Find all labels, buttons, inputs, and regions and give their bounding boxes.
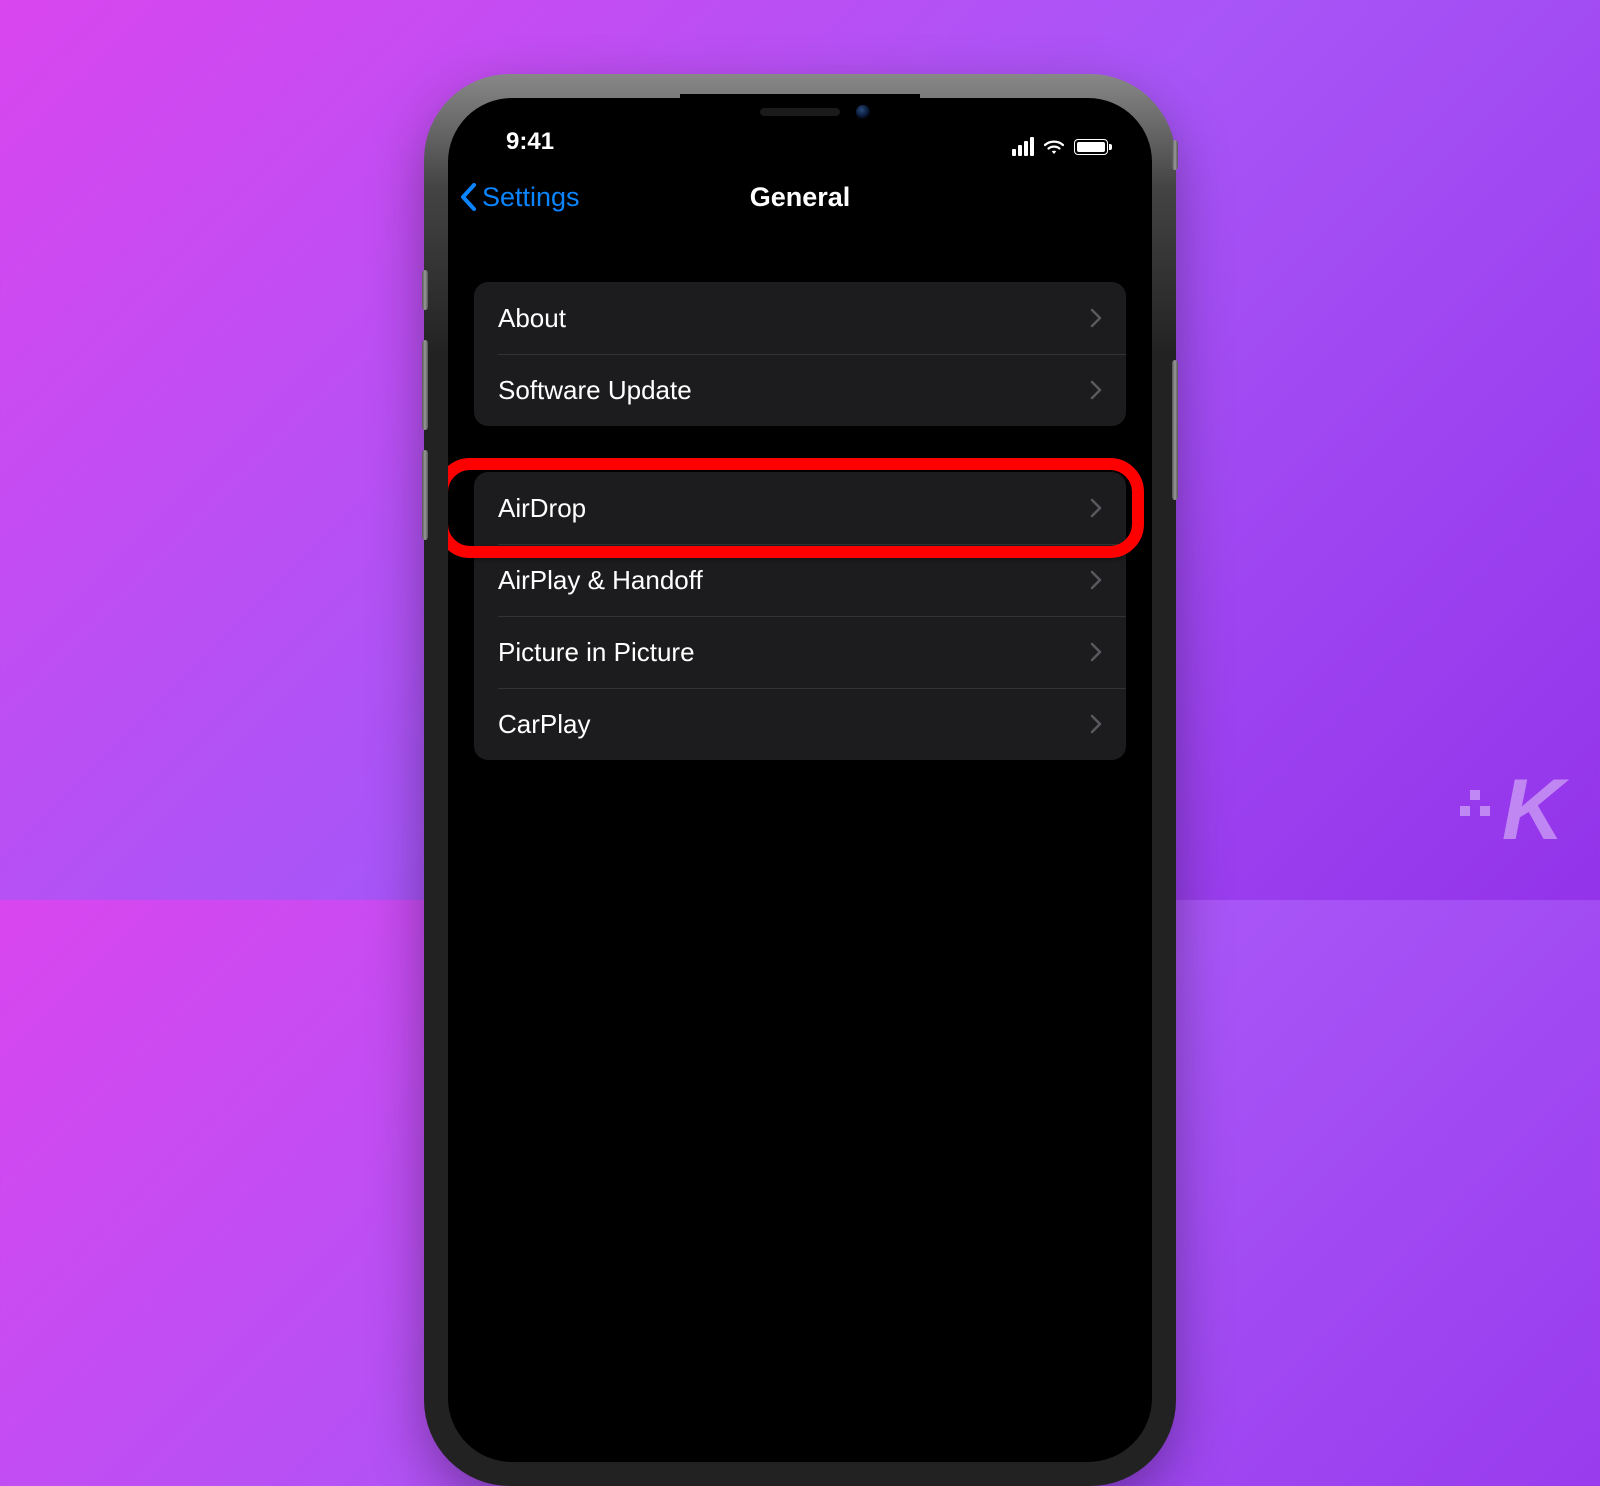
back-label: Settings (482, 182, 580, 213)
row-label: CarPlay (498, 709, 590, 740)
phone-screen: 9:41 Settings (448, 98, 1152, 1462)
wifi-icon (1042, 138, 1066, 156)
row-label: AirPlay & Handoff (498, 565, 703, 596)
phone-antenna-band (1172, 140, 1178, 170)
settings-group: About Software Update (474, 282, 1126, 426)
page-title: General (750, 182, 851, 213)
cellular-signal-icon (1012, 137, 1034, 156)
row-about[interactable]: About (474, 282, 1126, 354)
row-picture-in-picture[interactable]: Picture in Picture (474, 616, 1126, 688)
chevron-right-icon (1090, 380, 1102, 400)
watermark-logo: K (1460, 761, 1560, 860)
status-time: 9:41 (506, 128, 554, 156)
row-carplay[interactable]: CarPlay (474, 688, 1126, 760)
phone-volume-down (422, 450, 428, 540)
navigation-bar: Settings General (448, 162, 1152, 232)
phone-volume-up (422, 340, 428, 430)
chevron-right-icon (1090, 308, 1102, 328)
row-label: Software Update (498, 375, 692, 406)
chevron-left-icon (460, 183, 478, 211)
row-software-update[interactable]: Software Update (474, 354, 1126, 426)
settings-list[interactable]: About Software Update AirDrop AirPlay & … (448, 232, 1152, 760)
row-label: About (498, 303, 566, 334)
settings-group: AirDrop AirPlay & Handoff Picture in Pic… (474, 472, 1126, 760)
phone-frame: 9:41 Settings (430, 80, 1170, 1480)
row-airplay-handoff[interactable]: AirPlay & Handoff (474, 544, 1126, 616)
row-airdrop[interactable]: AirDrop (474, 472, 1126, 544)
chevron-right-icon (1090, 570, 1102, 590)
phone-power-button (1172, 360, 1178, 500)
row-label: Picture in Picture (498, 637, 695, 668)
chevron-right-icon (1090, 642, 1102, 662)
chevron-right-icon (1090, 498, 1102, 518)
phone-notch (680, 94, 920, 130)
watermark-text: K (1502, 761, 1560, 860)
back-button[interactable]: Settings (460, 182, 580, 213)
phone-silent-switch (422, 270, 428, 310)
battery-icon (1074, 139, 1108, 155)
row-label: AirDrop (498, 493, 586, 524)
chevron-right-icon (1090, 714, 1102, 734)
